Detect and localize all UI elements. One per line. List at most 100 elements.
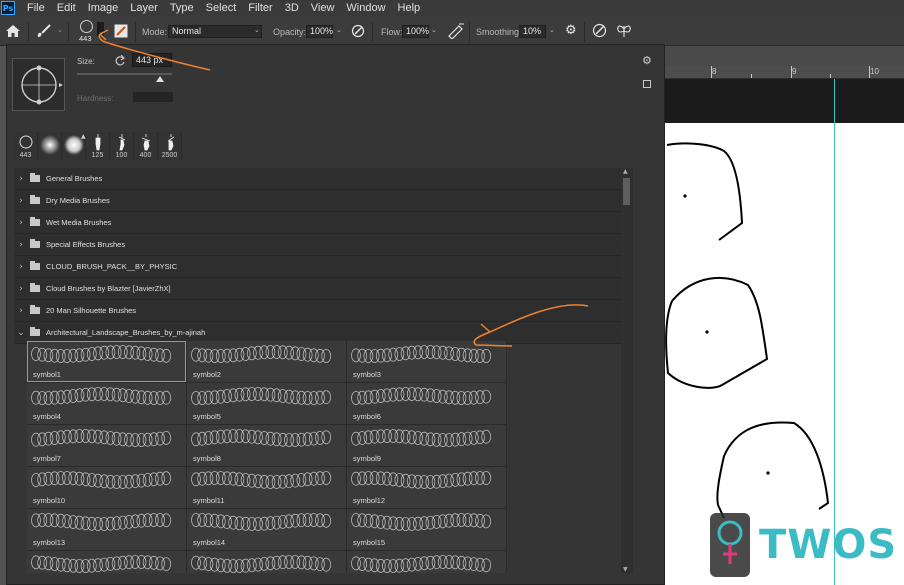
brush-group-row[interactable]: › 20 Man Silhouette Brushes xyxy=(14,300,621,322)
brush-name: symbol3 xyxy=(353,370,381,379)
brush-group-row[interactable]: › CLOUD_BRUSH_PACK__BY_PHYSIC xyxy=(14,256,621,278)
menu-item-filter[interactable]: Filter xyxy=(242,0,278,16)
opacity-field[interactable]: 100% xyxy=(306,25,333,38)
chevron-right-icon[interactable]: › xyxy=(14,218,28,228)
scroll-down-icon[interactable]: ▼ xyxy=(623,566,628,573)
recent-brush[interactable]: 125 xyxy=(86,132,110,160)
menu-item-window[interactable]: Window xyxy=(340,0,391,16)
brush-group-row[interactable]: › Wet Media Brushes xyxy=(14,212,621,234)
brush-stroke-preview xyxy=(351,387,492,405)
brush-thumbnail[interactable] xyxy=(347,551,506,573)
menu-item-image[interactable]: Image xyxy=(82,0,125,16)
brush-group-row[interactable]: › Special Effects Brushes xyxy=(14,234,621,256)
smoothing-chevron-icon[interactable]: ⌄ xyxy=(549,26,555,34)
brush-picker-chevron-icon[interactable]: ⌄ xyxy=(99,28,105,36)
chevron-right-icon[interactable]: › xyxy=(14,262,28,272)
chevron-down-icon[interactable]: ⌄ xyxy=(14,328,28,338)
size-field[interactable]: 443 px xyxy=(132,53,172,67)
scroll-up-icon[interactable]: ▲ xyxy=(623,168,628,175)
menu-item-file[interactable]: File xyxy=(21,0,51,16)
pressure-size-icon[interactable] xyxy=(592,23,607,38)
recent-brush[interactable] xyxy=(38,132,62,160)
brush-thumbnail[interactable]: symbol1 xyxy=(27,341,186,382)
flow-label: Flow: xyxy=(381,27,403,37)
recent-brush[interactable]: 443 xyxy=(14,132,38,160)
hardness-field[interactable] xyxy=(133,92,173,102)
brush-thumbnail[interactable]: symbol11 xyxy=(187,467,346,508)
brush-name: symbol2 xyxy=(193,370,221,379)
brush-thumbnail[interactable]: symbol3 xyxy=(347,341,506,382)
menu-item-layer[interactable]: Layer xyxy=(124,0,164,16)
brush-thumbnail[interactable]: symbol10 xyxy=(27,467,186,508)
mode-select[interactable]: Normal xyxy=(168,25,262,38)
brush-thumbnail[interactable] xyxy=(27,551,186,573)
mode-chevron-icon[interactable]: ⌄ xyxy=(254,26,260,34)
reset-size-icon[interactable] xyxy=(114,55,126,66)
brush-preset-picker-icon[interactable] xyxy=(79,19,94,34)
recent-brush-size: 443 xyxy=(19,152,32,159)
menu-item-type[interactable]: Type xyxy=(164,0,200,16)
opacity-chevron-icon[interactable]: ⌄ xyxy=(336,26,342,34)
tool-preset-chevron-icon[interactable]: ⌄ xyxy=(57,26,63,34)
airbrush-icon[interactable] xyxy=(447,23,465,39)
brush-group-row[interactable]: › General Brushes xyxy=(14,168,621,190)
brush-settings-panel-icon[interactable] xyxy=(114,24,128,38)
brush-thumbnail[interactable]: symbol4 xyxy=(27,383,186,424)
home-icon[interactable] xyxy=(6,25,20,37)
brush-group-row[interactable]: › Dry Media Brushes xyxy=(14,190,621,212)
photoshop-logo: Ps xyxy=(1,1,15,15)
brush-thumbnail[interactable]: symbol6 xyxy=(347,383,506,424)
brush-thumbnail[interactable] xyxy=(187,551,346,573)
brush-name: symbol10 xyxy=(33,496,66,505)
brush-thumbnail[interactable]: symbol14 xyxy=(187,509,346,550)
panel-settings-gear-icon[interactable]: ⚙ xyxy=(642,54,652,67)
flow-field[interactable]: 100% xyxy=(402,25,429,38)
brush-angle-preview[interactable] xyxy=(12,58,65,111)
brush-thumbnail[interactable]: symbol15 xyxy=(347,509,506,550)
brush-stroke-preview xyxy=(191,429,332,447)
brush-thumbnail[interactable]: symbol2 xyxy=(187,341,346,382)
options-bar: ⌄ 443 ⌄ Mode: Normal ⌄ Opacity: 100% ⌄ F… xyxy=(0,16,904,46)
menu-item-3d[interactable]: 3D xyxy=(279,0,305,16)
recent-brush[interactable]: 400 xyxy=(134,132,158,160)
brush-thumbnail[interactable]: symbol8 xyxy=(187,425,346,466)
chevron-right-icon[interactable]: › xyxy=(14,284,28,294)
canvas-pasteboard xyxy=(664,79,904,123)
recent-brush[interactable]: 2500 xyxy=(158,132,182,160)
brush-group-name: CLOUD_BRUSH_PACK__BY_PHYSIC xyxy=(46,262,178,271)
scrollbar-thumb[interactable] xyxy=(623,178,630,205)
brush-name: symbol8 xyxy=(193,454,221,463)
menu-bar: Ps File Edit Image Layer Type Select Filter 3D V… xyxy=(0,0,904,16)
flow-chevron-icon[interactable]: ⌄ xyxy=(431,26,437,34)
menu-item-help[interactable]: Help xyxy=(392,0,427,16)
smoothing-field[interactable]: 10% xyxy=(519,25,546,38)
folder-icon xyxy=(30,195,40,204)
menu-item-edit[interactable]: Edit xyxy=(51,0,82,16)
brush-tool-icon[interactable] xyxy=(36,24,52,38)
brush-thumbnail[interactable]: symbol9 xyxy=(347,425,506,466)
menu-item-select[interactable]: Select xyxy=(200,0,243,16)
recent-brush[interactable]: 100 xyxy=(110,132,134,160)
smoothing-gear-icon[interactable]: ⚙ xyxy=(565,23,577,38)
brush-stroke-preview xyxy=(351,345,492,363)
chevron-right-icon[interactable]: › xyxy=(14,240,28,250)
brush-list-scrollbar[interactable]: ▲ ▼ xyxy=(621,168,633,573)
brush-thumbnail[interactable]: symbol12 xyxy=(347,467,506,508)
menu-item-view[interactable]: View xyxy=(305,0,341,16)
brush-group-row[interactable]: › Cloud Brushes by Blazter [JavierZhX] xyxy=(14,278,621,300)
recent-brush[interactable]: ▲ xyxy=(62,132,86,160)
size-slider-track[interactable] xyxy=(77,73,172,75)
brush-thumbnail[interactable]: symbol5 xyxy=(187,383,346,424)
chevron-right-icon[interactable]: › xyxy=(14,306,28,316)
brush-name: symbol11 xyxy=(193,496,225,505)
size-slider-handle[interactable] xyxy=(156,76,164,82)
folder-icon xyxy=(30,239,40,248)
chevron-right-icon[interactable]: › xyxy=(14,196,28,206)
brush-angle-icon[interactable] xyxy=(13,59,66,112)
chevron-right-icon[interactable]: › xyxy=(14,174,28,184)
brush-thumbnail[interactable]: symbol7 xyxy=(27,425,186,466)
symmetry-butterfly-icon[interactable] xyxy=(616,23,632,39)
brush-thumbnail[interactable]: symbol13 xyxy=(27,509,186,550)
new-preset-icon[interactable] xyxy=(643,80,651,88)
pressure-opacity-icon[interactable] xyxy=(351,24,366,38)
